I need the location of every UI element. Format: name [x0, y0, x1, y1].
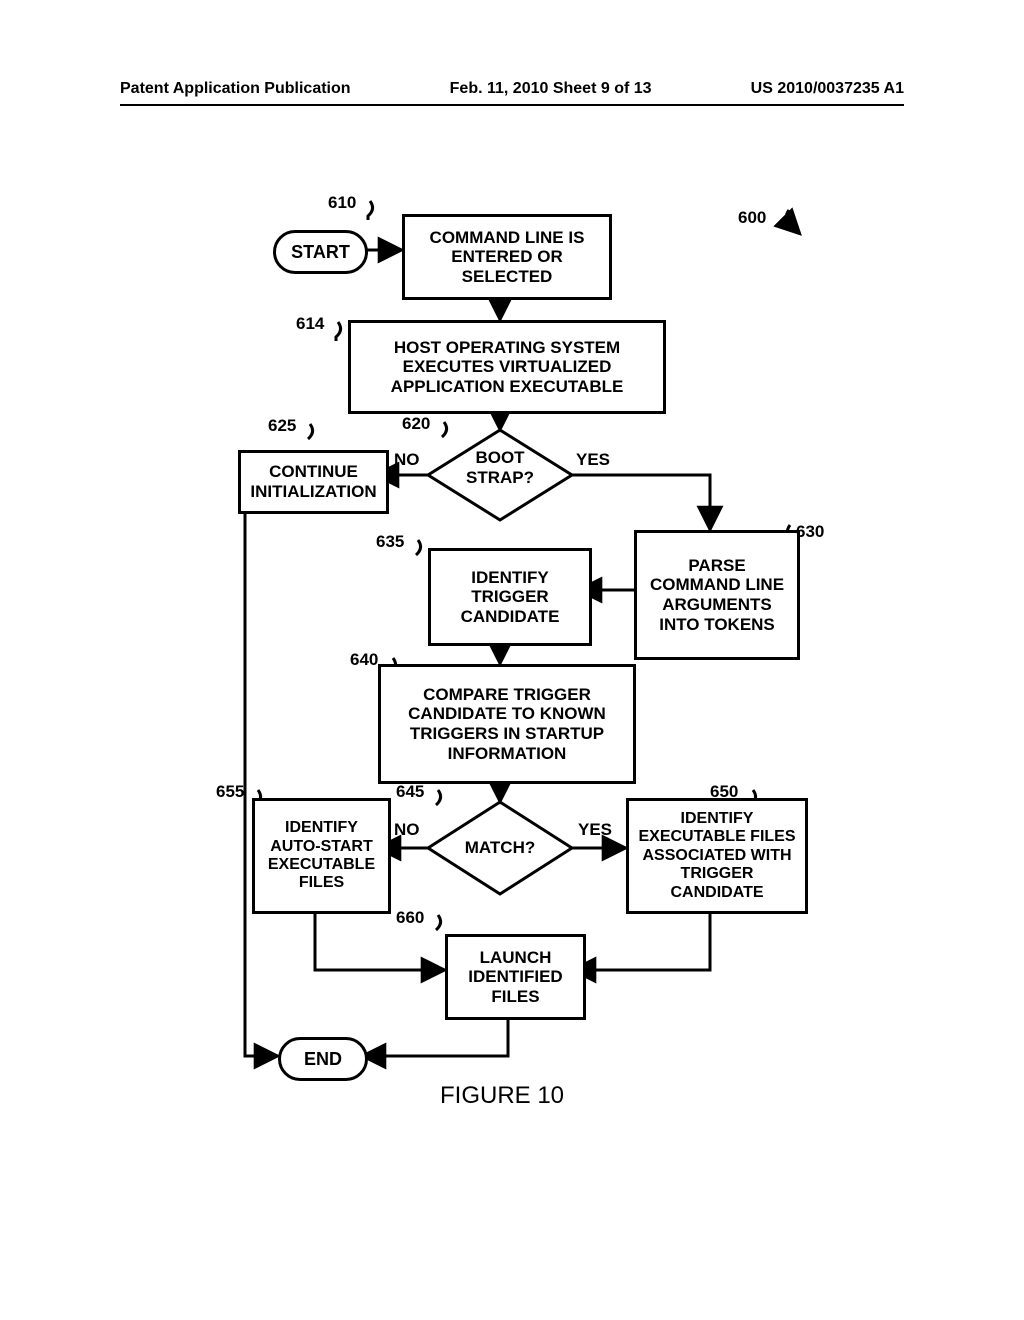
box-650: IDENTIFY EXECUTABLE FILES ASSOCIATED WIT…	[626, 798, 808, 914]
edge-620-no: NO	[394, 450, 420, 470]
edge-620-yes: YES	[576, 450, 610, 470]
ref-614: 614	[296, 314, 324, 334]
figure-caption: FIGURE 10	[440, 1082, 564, 1110]
box-614: HOST OPERATING SYSTEM EXECUTES VIRTUALIZ…	[348, 320, 666, 414]
diamond-645: MATCH?	[462, 838, 538, 858]
box-655: IDENTIFY AUTO-START EXECUTABLE FILES	[252, 798, 391, 914]
edge-645-no: NO	[394, 820, 420, 840]
diamond-620-text: BOOT STRAP?	[466, 448, 534, 487]
ref-620: 620	[402, 414, 430, 434]
ref-635: 635	[376, 532, 404, 552]
ref-655: 655	[216, 782, 244, 802]
box-625: CONTINUE INITIALIZATION	[238, 450, 389, 514]
ref-600: 600	[738, 208, 766, 228]
ref-645: 645	[396, 782, 424, 802]
box-660: LAUNCH IDENTIFIED FILES	[445, 934, 586, 1020]
ref-610: 610	[328, 193, 356, 213]
ref-660: 660	[396, 908, 424, 928]
ref-625: 625	[268, 416, 296, 436]
end-terminator: END	[278, 1037, 368, 1081]
ref-640: 640	[350, 650, 378, 670]
diamond-645-text: MATCH?	[465, 838, 536, 857]
ref-630: 630	[796, 522, 824, 542]
edge-645-yes: YES	[578, 820, 612, 840]
flowchart-connectors: .ln { stroke:#000; stroke-width:3; fill:…	[0, 0, 1024, 1320]
start-terminator: START	[273, 230, 368, 274]
box-610: COMMAND LINE IS ENTERED OR SELECTED	[402, 214, 612, 300]
box-640: COMPARE TRIGGER CANDIDATE TO KNOWN TRIGG…	[378, 664, 636, 784]
box-635: IDENTIFY TRIGGER CANDIDATE	[428, 548, 592, 646]
ref-650: 650	[710, 782, 738, 802]
box-630: PARSE COMMAND LINE ARGUMENTS INTO TOKENS	[634, 530, 800, 660]
diamond-620: BOOT STRAP?	[456, 448, 544, 487]
